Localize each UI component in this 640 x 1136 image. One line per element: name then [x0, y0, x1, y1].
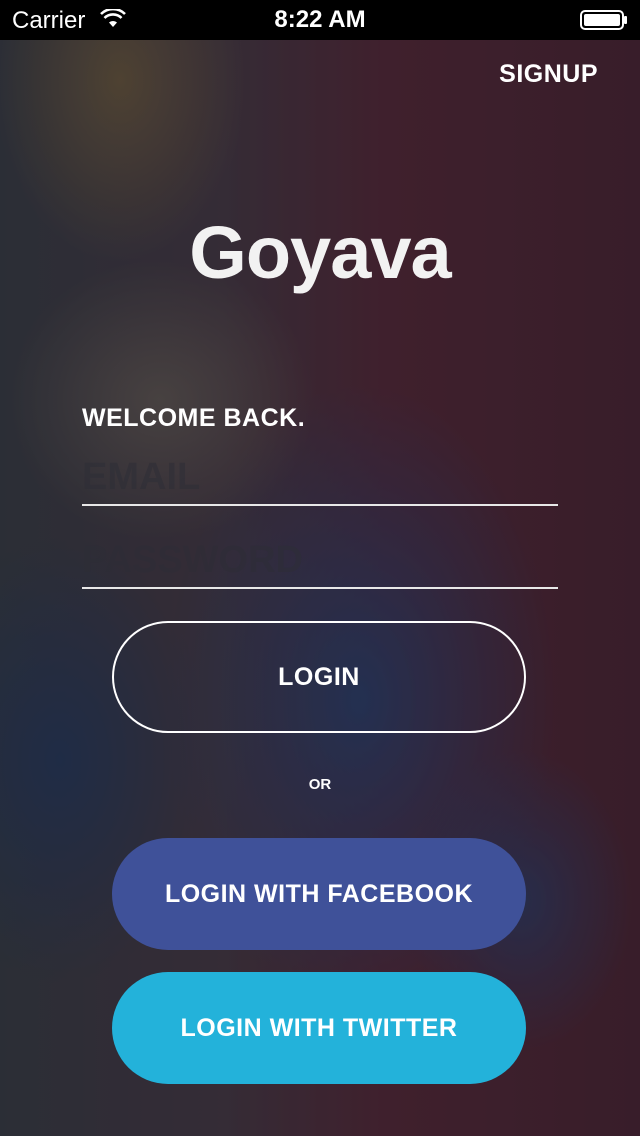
signup-button[interactable]: SIGNUP [499, 60, 598, 89]
login-screen: Carrier 8:22 AM SIGNUP Goyava WELCOME BA… [0, 0, 640, 1136]
facebook-login-button[interactable]: LOGIN WITH FACEBOOK [112, 838, 526, 950]
email-field-container [82, 450, 558, 506]
welcome-heading: WELCOME BACK. [82, 404, 306, 432]
password-input[interactable] [82, 533, 558, 587]
twitter-login-button[interactable]: LOGIN WITH TWITTER [112, 972, 526, 1084]
battery-icon [580, 10, 627, 30]
status-bar: Carrier 8:22 AM [0, 0, 640, 40]
status-time: 8:22 AM [274, 6, 366, 33]
password-field-container [82, 533, 558, 589]
email-input[interactable] [82, 450, 558, 504]
login-button[interactable]: LOGIN [112, 621, 526, 733]
app-logo: Goyava [189, 211, 451, 294]
or-divider: OR [308, 776, 332, 793]
